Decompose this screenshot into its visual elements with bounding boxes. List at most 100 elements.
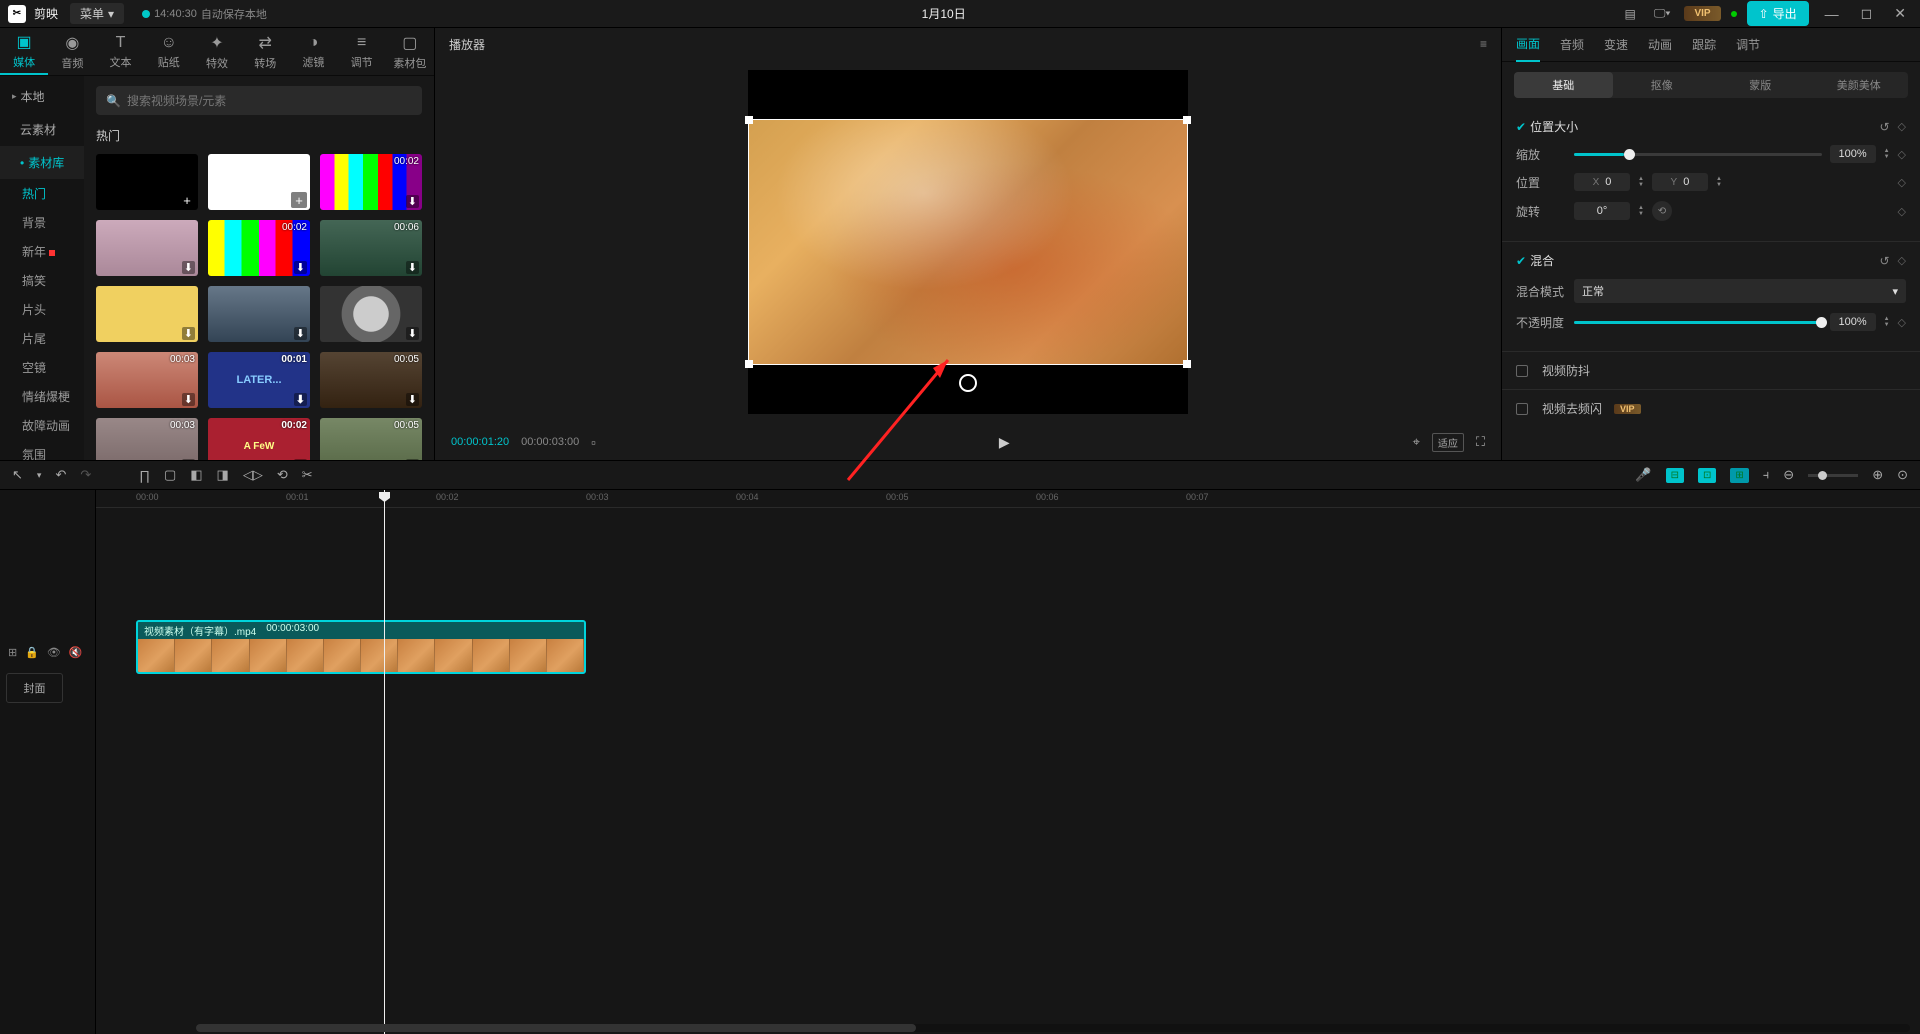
player-menu-icon[interactable]: ≡ bbox=[1480, 37, 1487, 51]
tab-media[interactable]: ▣媒体 bbox=[0, 28, 48, 75]
reset-icon[interactable]: ↺ bbox=[1879, 254, 1889, 268]
thumb-item[interactable]: 00:02⬇ bbox=[320, 154, 422, 210]
play-button[interactable]: ▶ bbox=[999, 434, 1010, 451]
track-settings-icon[interactable]: ⊞ bbox=[8, 646, 17, 659]
download-icon[interactable]: ⬇ bbox=[406, 195, 419, 208]
menu-button[interactable]: 菜单 ▾ bbox=[70, 3, 124, 24]
props-tab-picture[interactable]: 画面 bbox=[1516, 27, 1540, 62]
display-icon[interactable]: 🖵▾ bbox=[1650, 4, 1675, 23]
subtab-cutout[interactable]: 抠像 bbox=[1613, 72, 1712, 98]
download-icon[interactable]: ⬇ bbox=[294, 327, 307, 340]
thumb-item[interactable]: ⬇ bbox=[320, 286, 422, 342]
props-tab-speed[interactable]: 变速 bbox=[1604, 28, 1628, 61]
tab-sticker[interactable]: ☺贴纸 bbox=[145, 28, 193, 75]
sidebar-cloud[interactable]: 云素材 bbox=[0, 113, 84, 146]
resize-handle-br[interactable] bbox=[1183, 360, 1191, 368]
stabilize-checkbox[interactable] bbox=[1516, 365, 1528, 377]
zoom-slider[interactable] bbox=[1808, 474, 1858, 477]
opacity-value[interactable]: 100% bbox=[1830, 313, 1876, 331]
zoom-out-icon[interactable]: ⊖ bbox=[1783, 467, 1794, 483]
pos-x-input[interactable]: X0 bbox=[1574, 173, 1630, 191]
tab-effects[interactable]: ✦特效 bbox=[193, 28, 241, 75]
scale-value[interactable]: 100% bbox=[1830, 145, 1876, 163]
pos-y-spinner[interactable]: ▲▼ bbox=[1716, 177, 1722, 188]
sidebar-newyear[interactable]: 新年 bbox=[0, 237, 84, 266]
redo-icon[interactable]: ↷ bbox=[80, 467, 91, 483]
check-icon[interactable]: ✔ bbox=[1516, 254, 1526, 268]
split-icon[interactable]: ∏ bbox=[139, 468, 150, 483]
keyframe-icon[interactable]: ◇ bbox=[1898, 176, 1906, 189]
download-icon[interactable]: ⬇ bbox=[294, 459, 307, 460]
download-icon[interactable]: ⬇ bbox=[406, 393, 419, 406]
blend-mode-select[interactable]: 正常 ▾ bbox=[1574, 279, 1906, 303]
reset-icon[interactable]: ↺ bbox=[1879, 120, 1889, 134]
props-tab-audio[interactable]: 音频 bbox=[1560, 28, 1584, 61]
zoom-in-icon[interactable]: ⊕ bbox=[1872, 467, 1883, 483]
keyframe-icon[interactable]: ◇ bbox=[1898, 205, 1906, 218]
props-tab-anim[interactable]: 动画 bbox=[1648, 28, 1672, 61]
track-toggle-3[interactable]: ⊞ bbox=[1730, 468, 1748, 483]
scale-spinner[interactable]: ▲▼ bbox=[1884, 149, 1890, 160]
export-button[interactable]: ⇧ 导出 bbox=[1747, 1, 1809, 26]
minimize-button[interactable]: — bbox=[1819, 6, 1845, 22]
video-clip[interactable]: 视频素材（有字幕）.mp4 00:00:03:00 bbox=[136, 620, 586, 674]
rotate-handle[interactable] bbox=[959, 374, 977, 392]
maximize-button[interactable]: ◻ bbox=[1855, 5, 1879, 22]
scrollbar-thumb[interactable] bbox=[196, 1024, 916, 1032]
props-tab-track[interactable]: 跟踪 bbox=[1692, 28, 1716, 61]
thumb-item[interactable]: ⬇ bbox=[208, 286, 310, 342]
keyframe-icon[interactable]: ◇ bbox=[1898, 148, 1906, 161]
sidebar-outro[interactable]: 片尾 bbox=[0, 324, 84, 353]
sidebar-emotion[interactable]: 情绪爆梗 bbox=[0, 382, 84, 411]
download-icon[interactable]: ⬇ bbox=[182, 261, 195, 274]
thumb-item[interactable]: 00:05⬇ bbox=[320, 418, 422, 460]
mirror-icon[interactable]: ◁▷ bbox=[243, 467, 263, 483]
crop-icon[interactable]: ✂ bbox=[302, 467, 313, 483]
thumb-item[interactable]: LATER...00:01⬇ bbox=[208, 352, 310, 408]
download-icon[interactable]: ⬇ bbox=[294, 261, 307, 274]
keyframe-icon[interactable]: ◇ bbox=[1898, 316, 1906, 329]
snapshot-icon[interactable]: ⌖ bbox=[1413, 434, 1420, 450]
zoom-fit-icon[interactable]: ⊙ bbox=[1897, 467, 1908, 483]
keyframe-icon[interactable]: ◇ bbox=[1898, 120, 1906, 134]
pos-x-spinner[interactable]: ▲▼ bbox=[1638, 177, 1644, 188]
tab-transition[interactable]: ⇄转场 bbox=[241, 28, 289, 75]
mic-icon[interactable]: 🎤 bbox=[1635, 467, 1651, 483]
thumb-item[interactable]: 00:03⬇ bbox=[96, 352, 198, 408]
tab-adjust[interactable]: ≡调节 bbox=[338, 28, 386, 75]
thumb-item[interactable]: 00:06⬇ bbox=[320, 220, 422, 276]
tab-audio[interactable]: ◉音频 bbox=[48, 28, 96, 75]
crop-left-icon[interactable]: ◧ bbox=[190, 467, 202, 483]
thumb-item[interactable]: ⬇ bbox=[96, 220, 198, 276]
link-icon[interactable]: ⟲ bbox=[1652, 201, 1672, 221]
layout-icon[interactable]: ▤ bbox=[1620, 5, 1639, 23]
check-icon[interactable]: ✔ bbox=[1516, 120, 1526, 134]
props-tab-adjust[interactable]: 调节 bbox=[1736, 28, 1760, 61]
undo-icon[interactable]: ↶ bbox=[55, 467, 66, 483]
search-input[interactable]: 🔍 搜索视频场景/元素 bbox=[96, 86, 422, 115]
add-icon[interactable]: + bbox=[179, 192, 195, 208]
preview-quality-icon[interactable]: ▫ bbox=[591, 435, 596, 450]
opacity-slider[interactable] bbox=[1574, 321, 1822, 324]
download-icon[interactable]: ⬇ bbox=[406, 261, 419, 274]
thumb-item[interactable]: A FeW00:02⬇ bbox=[208, 418, 310, 460]
sidebar-library[interactable]: • 素材库 bbox=[0, 146, 84, 179]
cover-button[interactable]: 封面 bbox=[6, 673, 63, 703]
sidebar-funny[interactable]: 搞笑 bbox=[0, 266, 84, 295]
select-tool-icon[interactable]: ↖ bbox=[12, 467, 23, 483]
track-lock-icon[interactable]: 🔒 bbox=[25, 646, 39, 659]
rotation-input[interactable]: 0° bbox=[1574, 202, 1630, 220]
scale-slider[interactable] bbox=[1574, 153, 1822, 156]
video-frame[interactable] bbox=[748, 119, 1188, 365]
subtab-beauty[interactable]: 美颜美体 bbox=[1810, 72, 1909, 98]
subtab-mask[interactable]: 蒙版 bbox=[1711, 72, 1810, 98]
thumb-item[interactable]: + bbox=[96, 154, 198, 210]
select-dropdown-icon[interactable]: ▾ bbox=[37, 470, 42, 481]
timeline-body[interactable]: 00:00 00:01 00:02 00:03 00:04 00:05 00:0… bbox=[96, 490, 1920, 1034]
sidebar-atmosphere[interactable]: 氛围 bbox=[0, 440, 84, 460]
download-icon[interactable]: ⬇ bbox=[182, 393, 195, 406]
resize-handle-bl[interactable] bbox=[745, 360, 753, 368]
sidebar-empty[interactable]: 空镜 bbox=[0, 353, 84, 382]
track-visible-icon[interactable]: 👁 bbox=[47, 646, 61, 659]
download-icon[interactable]: ⬇ bbox=[182, 327, 195, 340]
